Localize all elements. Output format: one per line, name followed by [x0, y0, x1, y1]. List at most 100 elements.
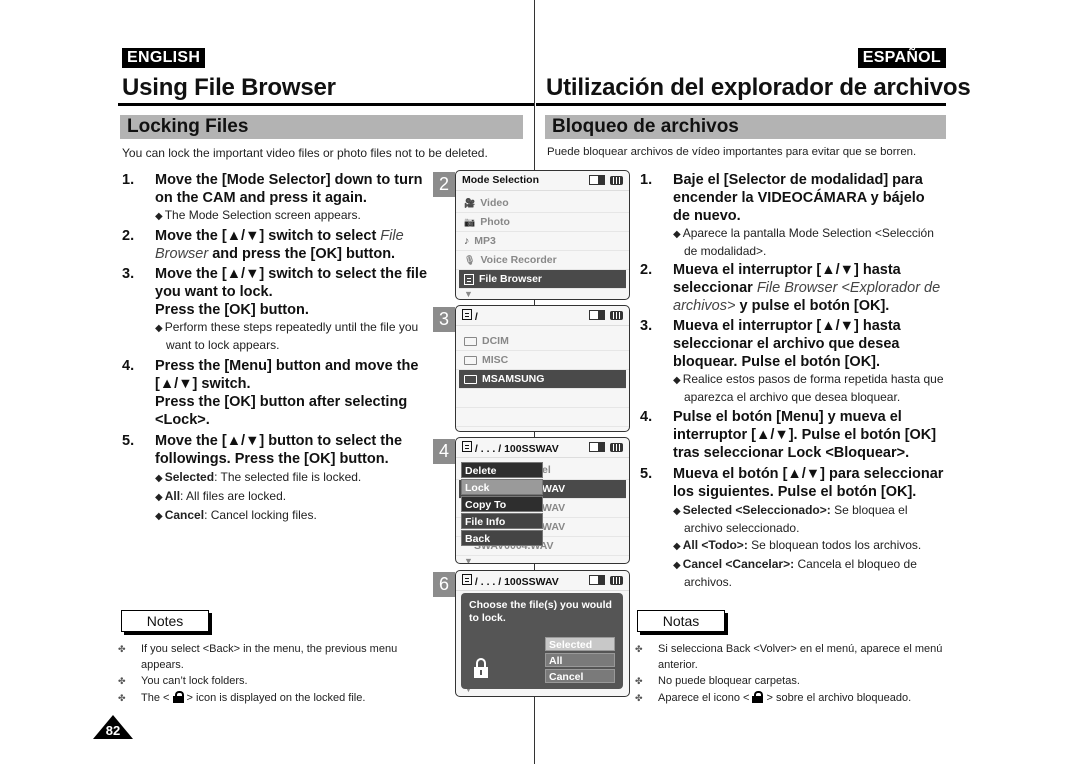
context-menu: Delete Lock Copy To File Info Back — [461, 462, 543, 547]
menu-item-back[interactable]: Back — [461, 530, 543, 546]
battery-icon — [610, 310, 623, 320]
camcorder-screen: / . . . / 100SSWAV ▼ Choose the file(s) … — [455, 570, 630, 697]
step-number: 5. — [640, 466, 653, 482]
screen-step-6: 6 / . . . / 100SSWAV ▼ Choose the file(s… — [433, 570, 633, 700]
step-4: 4. Press the [Menu] button and move the … — [122, 357, 432, 429]
step-number: 3. — [640, 318, 653, 334]
step-3: 3. Mueva el interruptor [▲/▼] hasta sele… — [640, 317, 945, 405]
notes-list-spanish: ✤ Si selecciona Back <Volver> en el menú,… — [635, 642, 945, 707]
memory-card-icon — [589, 575, 605, 585]
bullet-icon: ✤ — [635, 676, 643, 686]
bullet-icon: ✤ — [118, 644, 126, 654]
step-text: Mueva el interruptor [▲/▼] hasta selecci… — [673, 262, 941, 314]
screen-number: 2 — [433, 172, 455, 197]
note-item: ✤ If you select <Back> in the menu, the p… — [118, 642, 428, 673]
step-number: 1. — [640, 172, 653, 188]
step-5: 5. Mueva el botón [▲/▼] para seleccionar… — [640, 465, 945, 590]
notes-heading-spanish: Notas — [637, 610, 725, 632]
dialog-option-cancel[interactable]: Cancel — [545, 669, 615, 683]
diamond-bullet-icon: ◆ — [673, 375, 681, 386]
note-item: ✤ No puede bloquear carpetas. — [635, 674, 945, 690]
battery-icon — [610, 575, 623, 585]
intro-text-spanish: Puede bloquear archivos de vídeo importa… — [547, 146, 917, 158]
screen-title: Mode Selection — [462, 174, 540, 186]
camcorder-screen: / DCIM MISC MSAMSUNG — [455, 305, 630, 432]
page-title-spanish: Utilización del explorador de archivos — [546, 74, 971, 101]
folder-item[interactable]: DCIM — [456, 332, 629, 351]
mode-item-mp3[interactable]: ♪ MP3 — [456, 232, 629, 251]
scroll-down-icon[interactable]: ▼ — [456, 556, 629, 563]
step-text-continued: Press the [OK] button. — [155, 302, 309, 318]
scroll-down-icon[interactable]: ▼ — [456, 289, 629, 299]
mode-item-photo[interactable]: 📷 Photo — [456, 213, 629, 232]
step-option-all: ◆ All <Todo>: Se bloquean todos los archi… — [673, 538, 922, 552]
step-number: 2. — [122, 228, 135, 244]
menu-item-copy-to[interactable]: Copy To — [461, 496, 543, 512]
battery-icon — [610, 175, 623, 185]
diamond-bullet-icon: ◆ — [673, 506, 681, 517]
page-number: 82 — [93, 715, 133, 739]
screen-number: 6 — [433, 572, 455, 597]
step-number: 3. — [122, 266, 135, 282]
diamond-bullet-icon: ◆ — [673, 541, 681, 552]
mode-item-file-browser[interactable]: File Browser — [459, 270, 626, 289]
note-item: ✤ Aparece el icono < > sobre el archivo b… — [635, 690, 945, 707]
title-rule-english — [118, 103, 534, 106]
notes-heading-english: Notes — [121, 610, 209, 632]
lock-icon — [474, 658, 488, 678]
camcorder-screen: / . . . / 100SSWAV el WAV WAV WAV SWAV00… — [455, 437, 630, 564]
path-label: / . . . / 100SSWAV — [474, 576, 559, 588]
document-icon — [462, 441, 472, 452]
menu-item-file-info[interactable]: File Info — [461, 513, 543, 529]
step-text: Move the [▲/▼] button to select the foll… — [155, 433, 403, 467]
camcorder-screen: Mode Selection 🎥 Video 📷 Photo ♪ MP3 🎙 Voice… — [455, 170, 630, 300]
page-title-english: Using File Browser — [122, 74, 336, 101]
screen-header: / . . . / 100SSWAV — [456, 571, 629, 591]
menu-item-lock[interactable]: Lock — [461, 479, 543, 495]
screen-step-4: 4 / . . . / 100SSWAV el WAV WAV WAV SWAV… — [433, 437, 633, 567]
folder-icon — [464, 374, 477, 384]
note-item: ✤ You can’t lock folders. — [118, 674, 428, 690]
diamond-bullet-icon: ◆ — [155, 511, 163, 522]
step-option-selected: ◆ Selected <Seleccionado>: Se bloquea el … — [673, 503, 908, 535]
step-number: 4. — [122, 358, 135, 374]
mode-item-voice-recorder[interactable]: 🎙 Voice Recorder — [456, 251, 629, 270]
mode-item-video[interactable]: 🎥 Video — [456, 194, 629, 213]
step-2: 2. Move the [▲/▼] switch to select File … — [122, 227, 432, 263]
step-note: ◆ The Mode Selection screen appears. — [155, 208, 361, 222]
document-icon — [462, 574, 472, 585]
step-option-selected: ◆ Selected: The selected file is locked. — [155, 470, 362, 484]
step-4: 4. Pulse el botón [Menu] y mueva el inte… — [640, 408, 945, 462]
step-text: Move the [Mode Selector] down to turn on… — [155, 172, 423, 206]
battery-icon — [610, 442, 623, 452]
diamond-bullet-icon: ◆ — [155, 492, 163, 503]
memory-card-icon — [589, 175, 605, 185]
steps-english: 1. Move the [Mode Selector] down to turn… — [122, 171, 432, 526]
notes-list-english: ✤ If you select <Back> in the menu, the p… — [118, 642, 428, 707]
title-rule-spanish — [536, 103, 946, 106]
step-5: 5. Move the [▲/▼] button to select the f… — [122, 432, 432, 525]
menu-item-delete[interactable]: Delete — [461, 462, 543, 478]
note-item: ✤ The < > icon is displayed on the locked… — [118, 690, 428, 707]
section-heading-english: Locking Files — [120, 115, 523, 139]
microphone-icon: 🎙 — [464, 254, 476, 265]
bullet-icon: ✤ — [635, 692, 643, 703]
dialog-option-all[interactable]: All — [545, 653, 615, 667]
step-text: Move the [▲/▼] switch to select File Bro… — [155, 228, 404, 262]
diamond-bullet-icon: ◆ — [155, 323, 163, 334]
folder-item-selected[interactable]: MSAMSUNG — [459, 370, 626, 389]
step-option-all: ◆ All: All files are locked. — [155, 489, 287, 503]
bullet-icon: ✤ — [118, 692, 126, 703]
folder-item[interactable]: MISC — [456, 351, 629, 370]
step-3: 3. Move the [▲/▼] switch to select the f… — [122, 265, 432, 353]
screen-number: 3 — [433, 307, 455, 332]
music-note-icon: ♪ — [464, 234, 470, 247]
bullet-icon: ✤ — [635, 644, 643, 654]
page-number-text: 82 — [105, 723, 121, 738]
document-icon — [464, 273, 474, 285]
step-number: 1. — [122, 172, 135, 188]
dialog-option-selected[interactable]: Selected — [545, 637, 615, 651]
language-badge-spanish: ESPAÑOL — [857, 48, 946, 68]
step-number: 2. — [640, 262, 653, 278]
step-2: 2. Mueva el interruptor [▲/▼] hasta sele… — [640, 261, 945, 315]
